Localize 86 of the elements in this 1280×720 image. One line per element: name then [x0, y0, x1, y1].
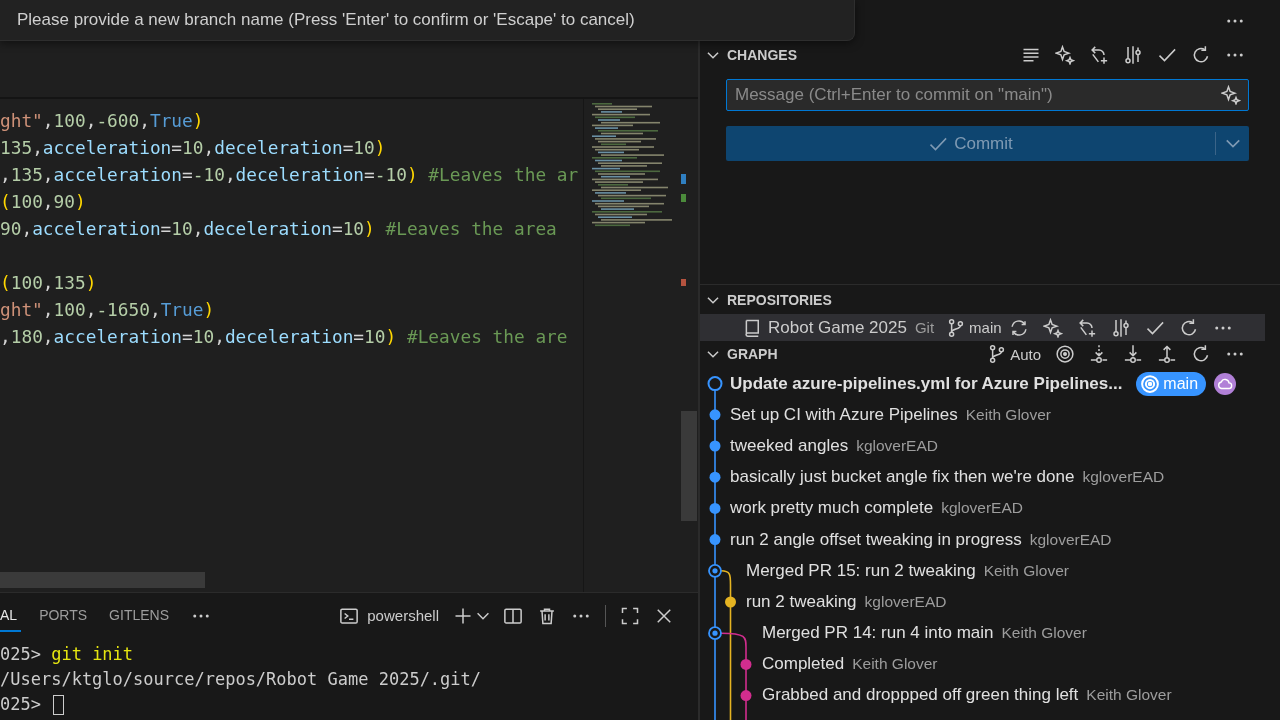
code-line: 90,acceleration=10,deceleration=10) #Leaves the area — [0, 217, 557, 241]
commit-message[interactable]: Update azure-pipelines.yml for Azure Pipelines... — [730, 373, 1123, 394]
target-icon[interactable] — [1055, 344, 1075, 364]
refresh-icon[interactable] — [1191, 344, 1211, 364]
section-title[interactable]: GRAPH — [727, 346, 778, 362]
commit-message[interactable]: run 2 tweaking — [746, 591, 857, 612]
commit-message[interactable]: Completed — [762, 654, 845, 675]
refresh-icon[interactable] — [1191, 45, 1211, 65]
commit-author: kgloverEAD — [941, 499, 1023, 518]
code-line: (100,90) — [0, 190, 86, 214]
merge-node[interactable] — [708, 563, 722, 578]
terminal-icon — [339, 605, 360, 626]
chevron-down-icon[interactable] — [477, 611, 489, 620]
commit-node[interactable] — [709, 440, 721, 452]
code-line: (100,135) — [0, 271, 97, 295]
branches-icon[interactable] — [1123, 45, 1143, 65]
commit-message[interactable]: basically just bucket angle fix then we're done — [730, 467, 1075, 488]
scroll-marker — [681, 279, 686, 286]
undo-plus-icon[interactable] — [1089, 45, 1109, 65]
terminal-selector[interactable]: powershell — [339, 605, 439, 626]
book-icon — [742, 317, 762, 338]
commit-message-field[interactable]: Message (Ctrl+Enter to commit on "main") — [726, 79, 1249, 111]
commit-author: kgloverEAD — [1082, 468, 1165, 487]
commit-message[interactable]: work pretty much complete — [730, 498, 934, 519]
code-line: 135,acceleration=10,deceleration=10) — [0, 136, 386, 160]
vertical-scrollbar[interactable] — [681, 411, 697, 521]
code-line: ,180,acceleration=10,deceleration=10) #Leaves the are — [0, 325, 568, 349]
commit-author: kgloverEAD — [864, 592, 947, 611]
arrow-up-icon[interactable] — [1157, 344, 1177, 364]
commit-author: kgloverEAD — [856, 436, 938, 455]
trash-icon[interactable] — [537, 605, 557, 626]
commit-node[interactable] — [709, 534, 721, 546]
section-title[interactable]: CHANGES — [727, 47, 797, 63]
commit-author: Keith Glover — [1086, 686, 1172, 705]
branches-icon[interactable] — [1111, 317, 1131, 338]
terminal-line: /Users/ktglo/source/repos/Robot Game 2025/.git/ — [0, 668, 482, 691]
terminal-line: 025> git init — [0, 643, 134, 666]
commit-message[interactable]: Grabbed and droppped off green thing left — [762, 685, 1079, 706]
code-line: ,135,acceleration=-10,deceleration=-10) #Leaves the ar — [0, 163, 579, 187]
chevron-down-icon — [1225, 139, 1240, 148]
commit-node[interactable] — [740, 658, 752, 670]
scroll-marker — [681, 174, 686, 184]
commit-author: kgloverEAD — [1029, 530, 1112, 549]
terminal-line: 025> — [0, 693, 42, 716]
commit-message[interactable]: run 2 angle offset tweaking in progress — [730, 529, 1022, 550]
sparkle-icon[interactable] — [1221, 85, 1241, 105]
cloud-icon — [1214, 372, 1237, 395]
commit-author: Keith Glover — [1001, 624, 1087, 643]
graph-mode-button[interactable]: Auto — [987, 344, 1041, 364]
branch-button[interactable]: main — [946, 317, 1002, 338]
commit-author: Keith Glover — [852, 655, 938, 674]
commit-node[interactable] — [725, 596, 736, 608]
target-icon — [1140, 373, 1161, 394]
sparkle-icon[interactable] — [1043, 317, 1063, 338]
merge-node[interactable] — [708, 626, 722, 641]
repository-name: Robot Game 2025 — [768, 317, 907, 338]
code-line: ght",100,-1650,True) — [0, 298, 215, 322]
maximize-icon[interactable] — [620, 605, 640, 626]
quick-input-message: Please provide a new branch name (Press 'Enter' to confirm or 'Escape' to cancel) — [16, 10, 635, 30]
commit-node[interactable] — [740, 690, 752, 702]
section-title[interactable]: REPOSITORIES — [727, 291, 832, 308]
commit-author: Keith Glover — [983, 561, 1069, 580]
panel-tab[interactable]: PORTS — [39, 599, 92, 632]
code-line: ght",100,-600,True) — [0, 109, 204, 133]
commit-node[interactable] — [709, 502, 721, 514]
commit-node[interactable] — [707, 376, 723, 392]
commit-message[interactable]: Merged PR 15: run 2 tweaking — [746, 560, 976, 581]
sparkle-icon[interactable] — [1055, 45, 1075, 65]
commit-message[interactable]: Merged PR 14: run 4 into main — [762, 623, 994, 644]
commit-node[interactable] — [709, 471, 721, 483]
refresh-icon[interactable] — [1179, 317, 1199, 338]
split-icon[interactable] — [503, 605, 523, 626]
dashed-arrow-down-icon[interactable] — [1089, 344, 1109, 364]
commit-author: Keith Glover — [965, 405, 1052, 424]
sync-icon[interactable] — [1009, 317, 1029, 338]
repository-provider: Git — [914, 319, 935, 336]
undo-plus-icon[interactable] — [1077, 317, 1097, 338]
scroll-marker — [681, 194, 686, 202]
panel-tab[interactable]: GITLENS — [109, 599, 173, 632]
repository-row[interactable]: Robot Game 2025 Git main — [700, 314, 1265, 341]
commit-message[interactable]: Set up CI with Azure Pipelines — [730, 404, 958, 425]
commit-message[interactable]: tweeked angles — [730, 435, 849, 456]
arrow-down-icon[interactable] — [1123, 344, 1143, 364]
commit-node[interactable] — [709, 409, 721, 421]
panel-tab[interactable]: AL — [0, 599, 22, 632]
horizontal-scrollbar[interactable] — [0, 572, 205, 588]
